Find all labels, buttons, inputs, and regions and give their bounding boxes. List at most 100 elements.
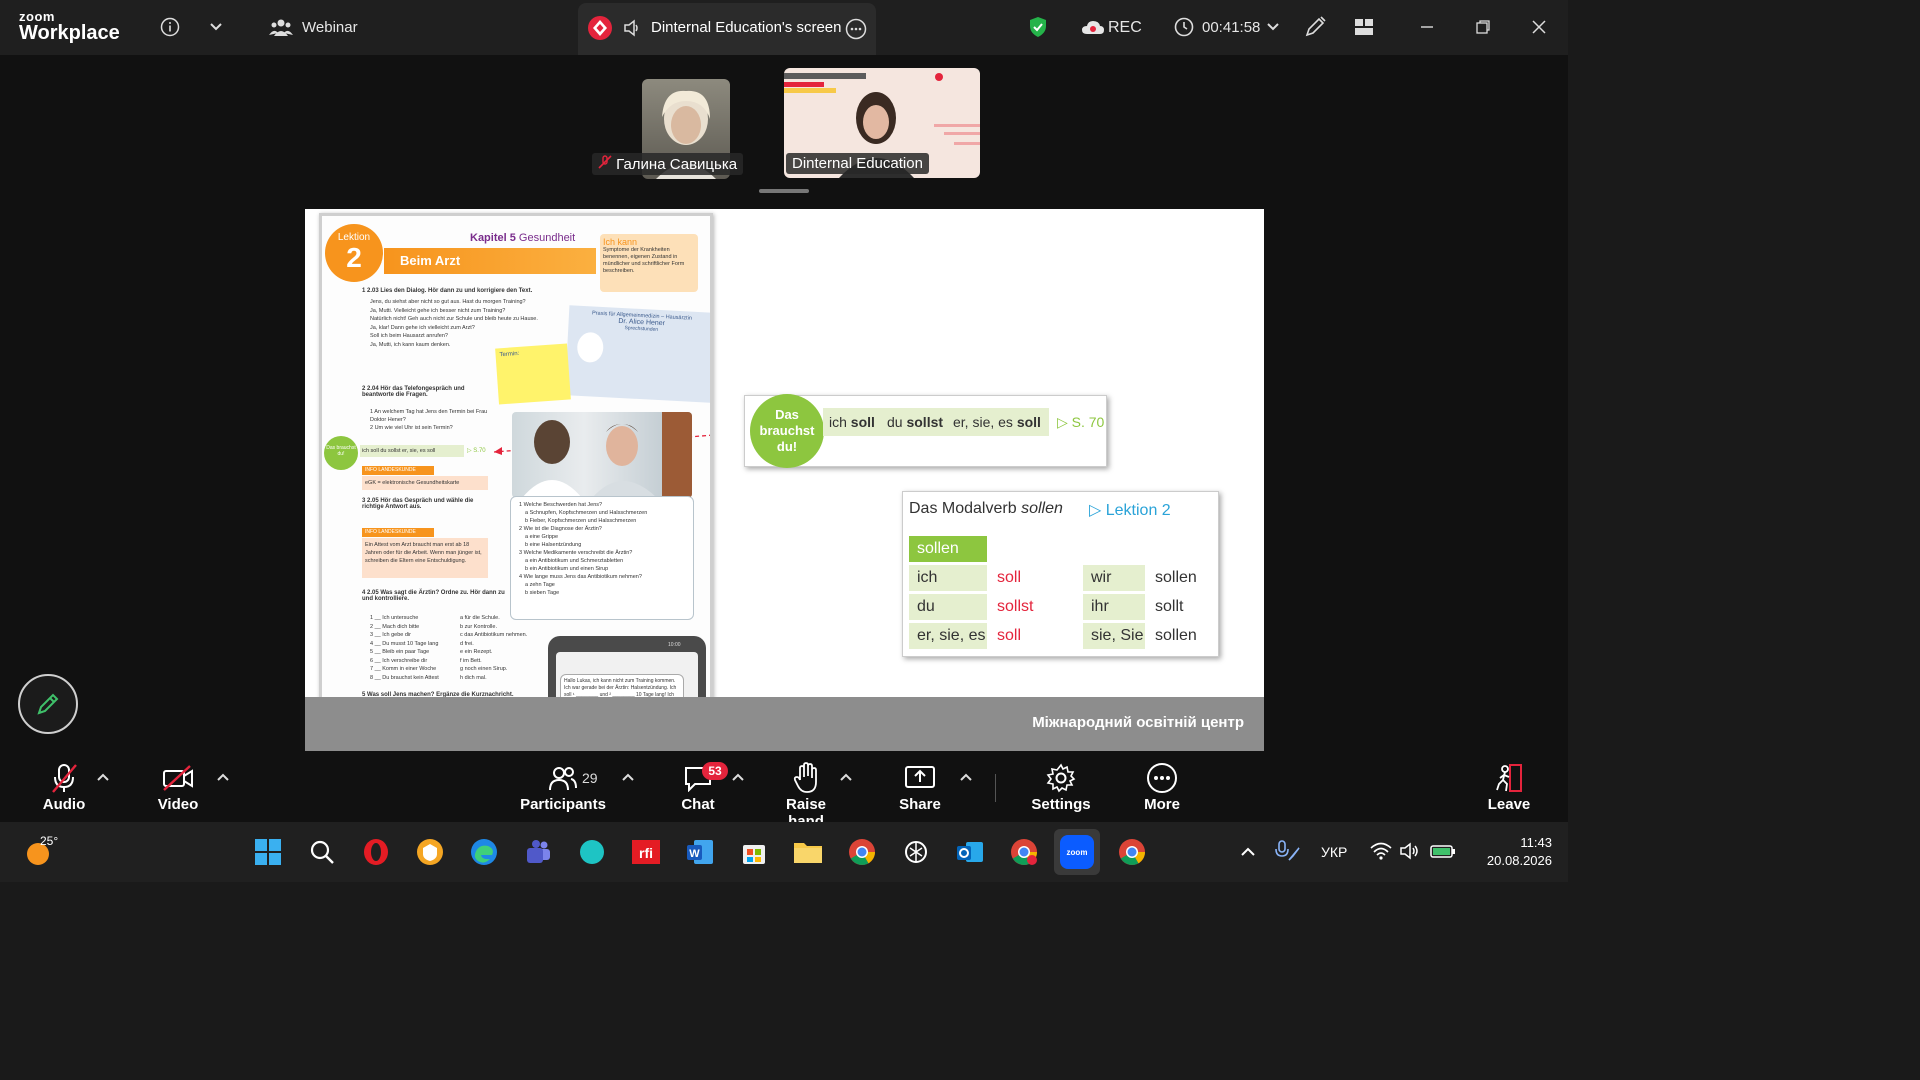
vpn-browser-icon[interactable]: [410, 832, 450, 872]
meeting-controls: Audio Video 29 Participants 53 Chat Rais…: [0, 752, 1568, 830]
mic-tray-icon[interactable]: [1275, 840, 1301, 867]
questions-box: 1 Welche Beschwerden hat Jens? a Schnupf…: [510, 496, 694, 620]
participants-options-caret[interactable]: [622, 770, 634, 784]
more-button[interactable]: More: [1140, 760, 1184, 813]
clock-time: 11:43: [1520, 835, 1552, 850]
shield-icon[interactable]: [1025, 14, 1051, 40]
match-right: h dich mal.: [460, 674, 487, 681]
video-button[interactable]: Video: [154, 760, 202, 813]
chat-label: Chat: [681, 796, 715, 813]
info-text-1: eGK = elektronische Gesundheitskarte: [362, 476, 488, 490]
timer-chevron-icon[interactable]: [1260, 14, 1286, 40]
conj-item-1: ich soll: [829, 411, 875, 433]
lesson-title: Beim Arzt: [400, 253, 461, 268]
pronoun-cell: wir: [1083, 565, 1145, 591]
chrome-second-icon[interactable]: [1112, 832, 1152, 872]
view-grid-icon[interactable]: [1351, 14, 1377, 40]
host-name-tag: Dinternal Education: [786, 153, 929, 174]
match-left: 7 __ Komm in einer Woche: [370, 666, 437, 672]
chrome-icon[interactable]: [842, 832, 882, 872]
modalverb-table-card: Das Modalverb sollen ▷ Lektion 2 sollen …: [902, 491, 1219, 657]
logo-big-text: Workplace: [19, 22, 120, 44]
exercise-1-title: 1 2.03 Lies den Dialog. Hör dann zu und …: [362, 288, 533, 294]
volume-icon[interactable]: [1399, 842, 1421, 865]
speaker-icon[interactable]: [622, 18, 642, 43]
webinar-label: Webinar: [302, 19, 358, 36]
mic-muted-icon: [38, 760, 90, 796]
video-options-caret[interactable]: [217, 770, 229, 784]
kapitel-topic: Gesundheit: [518, 232, 576, 244]
match-left: 4 __ Du musst 10 Tage lang: [370, 640, 439, 647]
leave-button[interactable]: Leave: [1486, 760, 1532, 813]
question-line: 4 Wie lange muss Jens das Antibiotikum n…: [519, 574, 642, 580]
annotate-pen-button[interactable]: [18, 674, 78, 734]
gallery-resize-handle[interactable]: [759, 189, 809, 193]
lektion-link[interactable]: ▷ Lektion 2: [1089, 500, 1171, 520]
folder-icon[interactable]: [788, 832, 828, 872]
info-label-2: INFO LANDESKUNDE: [362, 528, 434, 537]
ich-kann-box: Ich kann Symptome der Krankheiten benenn…: [600, 234, 698, 292]
gear-icon: [1030, 760, 1092, 796]
conj-pronoun: ich: [829, 414, 847, 430]
more-options-icon[interactable]: [845, 18, 867, 45]
restore-icon[interactable]: [1470, 14, 1496, 40]
info-text-2: Ein Attest vom Arzt braucht man erst ab …: [362, 538, 488, 578]
outlook-icon[interactable]: [950, 832, 990, 872]
chat-icon: 53: [676, 760, 728, 796]
chevron-down-icon[interactable]: [203, 14, 229, 40]
search-icon[interactable]: [302, 832, 342, 872]
audio-button[interactable]: Audio: [38, 760, 90, 813]
small-conjugation: ich soll du sollst er, sie, es soll: [360, 445, 464, 457]
store-icon[interactable]: [734, 832, 774, 872]
chat-options-caret[interactable]: [732, 770, 744, 784]
photo-illustration: [522, 412, 692, 498]
screen-share-indicator[interactable]: Dinternal Education's screen: [578, 3, 876, 55]
rfi-app-icon[interactable]: rfi: [626, 832, 666, 872]
keyboard-language[interactable]: УКР: [1321, 844, 1347, 860]
participants-label: Participants: [520, 796, 606, 813]
dialog-line: Jens, du siehst aber nicht so gut aus. H…: [370, 299, 526, 305]
exercise-3-title: 3 2.05 Hör das Gespräch und wähle die ri…: [362, 498, 474, 510]
match-left: 3 __ Ich gebe dir: [370, 632, 411, 638]
wifi-icon[interactable]: [1370, 842, 1392, 865]
answer-line: b Fieber, Kopfschmerzen und Halsschmerze…: [525, 518, 637, 524]
pronoun-cell: er, sie, es: [909, 623, 987, 649]
match-left: 6 __ Ich verschreibe dir: [370, 657, 428, 664]
app-circle-icon[interactable]: [572, 832, 612, 872]
rec-label[interactable]: REC: [1108, 19, 1142, 37]
settings-button[interactable]: Settings: [1030, 760, 1092, 813]
start-icon[interactable]: [248, 832, 288, 872]
info-icon[interactable]: [157, 14, 183, 40]
chrome-profile-icon[interactable]: [1004, 832, 1044, 872]
opera-icon[interactable]: [356, 832, 396, 872]
word-icon[interactable]: W: [680, 832, 720, 872]
title-prefix: Das Modalverb: [909, 500, 1017, 517]
minimize-icon[interactable]: [1414, 14, 1440, 40]
annotate-icon[interactable]: [1302, 14, 1328, 40]
reactions-options-caret[interactable]: [840, 770, 852, 784]
zoom-taskbar-icon[interactable]: zoom: [1054, 829, 1100, 875]
edge-icon[interactable]: [464, 832, 504, 872]
tray-overflow-icon[interactable]: [1240, 844, 1256, 862]
answer-line: a eine Grippe: [525, 534, 559, 540]
audio-options-caret[interactable]: [97, 770, 109, 784]
participants-button[interactable]: 29 Participants: [520, 760, 606, 813]
raise-hand-button[interactable]: Raise hand: [766, 760, 846, 830]
share-button[interactable]: Share: [898, 760, 942, 813]
share-options-caret[interactable]: [960, 770, 972, 784]
exercise-4-left: 1 __ Ich untersuche 2 __ Mach dich bitte…: [370, 614, 460, 682]
chat-button[interactable]: 53 Chat: [676, 760, 728, 813]
verb-cell: soll: [997, 569, 1022, 586]
clock[interactable]: 11:43 20.08.2026: [1470, 834, 1552, 870]
badge-small-text: Das brauchst du!: [326, 445, 356, 457]
cloud-record-icon[interactable]: [1080, 14, 1106, 40]
verb-cell: sollen: [1155, 627, 1197, 644]
phone-time: 10:00: [668, 642, 681, 648]
question-line: 1 Welche Beschwerden hat Jens?: [519, 502, 603, 508]
battery-icon[interactable]: [1430, 842, 1456, 865]
footer-text: Міжнародний освітній центр: [1032, 714, 1244, 731]
teams-icon[interactable]: [518, 832, 558, 872]
chatgpt-icon[interactable]: [896, 832, 936, 872]
close-icon[interactable]: [1526, 14, 1552, 40]
info-label-2-text: INFO LANDESKUNDE: [365, 529, 416, 535]
